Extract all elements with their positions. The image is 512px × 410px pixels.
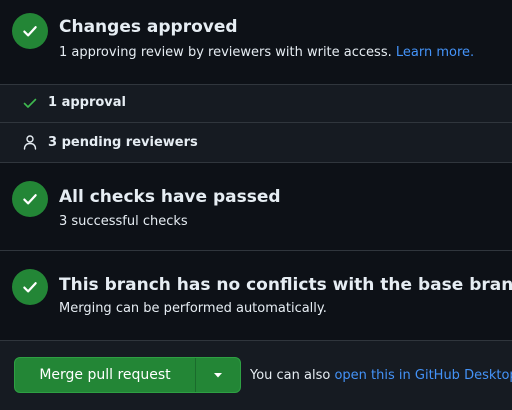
check-circle-icon	[12, 13, 48, 49]
approval-section: Changes approved 1 approving review by r…	[0, 0, 512, 84]
checks-title[interactable]: All checks have passed	[59, 187, 281, 207]
open-in-desktop-link[interactable]: open this in GitHub Desktop	[334, 368, 512, 383]
merge-method-dropdown[interactable]	[195, 358, 240, 392]
merge-section: Merge pull request You can also open thi…	[0, 340, 512, 410]
learn-more-link[interactable]: Learn more.	[396, 45, 474, 60]
checks-subtitle: 3 successful checks	[59, 214, 188, 229]
merge-button-group: Merge pull request	[14, 357, 241, 393]
merge-pull-request-button[interactable]: Merge pull request	[15, 358, 195, 392]
approval-title: Changes approved	[59, 17, 238, 37]
check-icon	[23, 98, 37, 108]
pending-reviewers-label: 3 pending reviewers	[48, 135, 198, 150]
merge-note-text: You can also	[250, 368, 335, 383]
approval-subtitle-text: 1 approving review by reviewers with wri…	[59, 45, 396, 60]
merge-note: You can also open this in GitHub Desktop	[250, 368, 512, 383]
conflicts-subtitle: Merging can be performed automatically.	[59, 301, 327, 316]
approvals-label: 1 approval	[48, 95, 126, 110]
conflicts-section: This branch has no conflicts with the ba…	[0, 250, 512, 340]
checks-section: All checks have passed 3 successful chec…	[0, 162, 512, 250]
check-circle-icon	[12, 269, 48, 305]
check-circle-icon	[12, 181, 48, 217]
conflicts-title: This branch has no conflicts with the ba…	[59, 275, 512, 295]
approval-subtitle: 1 approving review by reviewers with wri…	[59, 45, 474, 60]
approvals-toggle[interactable]: 1 approval	[0, 84, 512, 122]
pending-reviewers-toggle[interactable]: 3 pending reviewers	[0, 122, 512, 162]
merge-box: Changes approved 1 approving review by r…	[0, 0, 512, 410]
triangle-down-icon	[214, 373, 222, 378]
person-icon	[23, 135, 37, 150]
